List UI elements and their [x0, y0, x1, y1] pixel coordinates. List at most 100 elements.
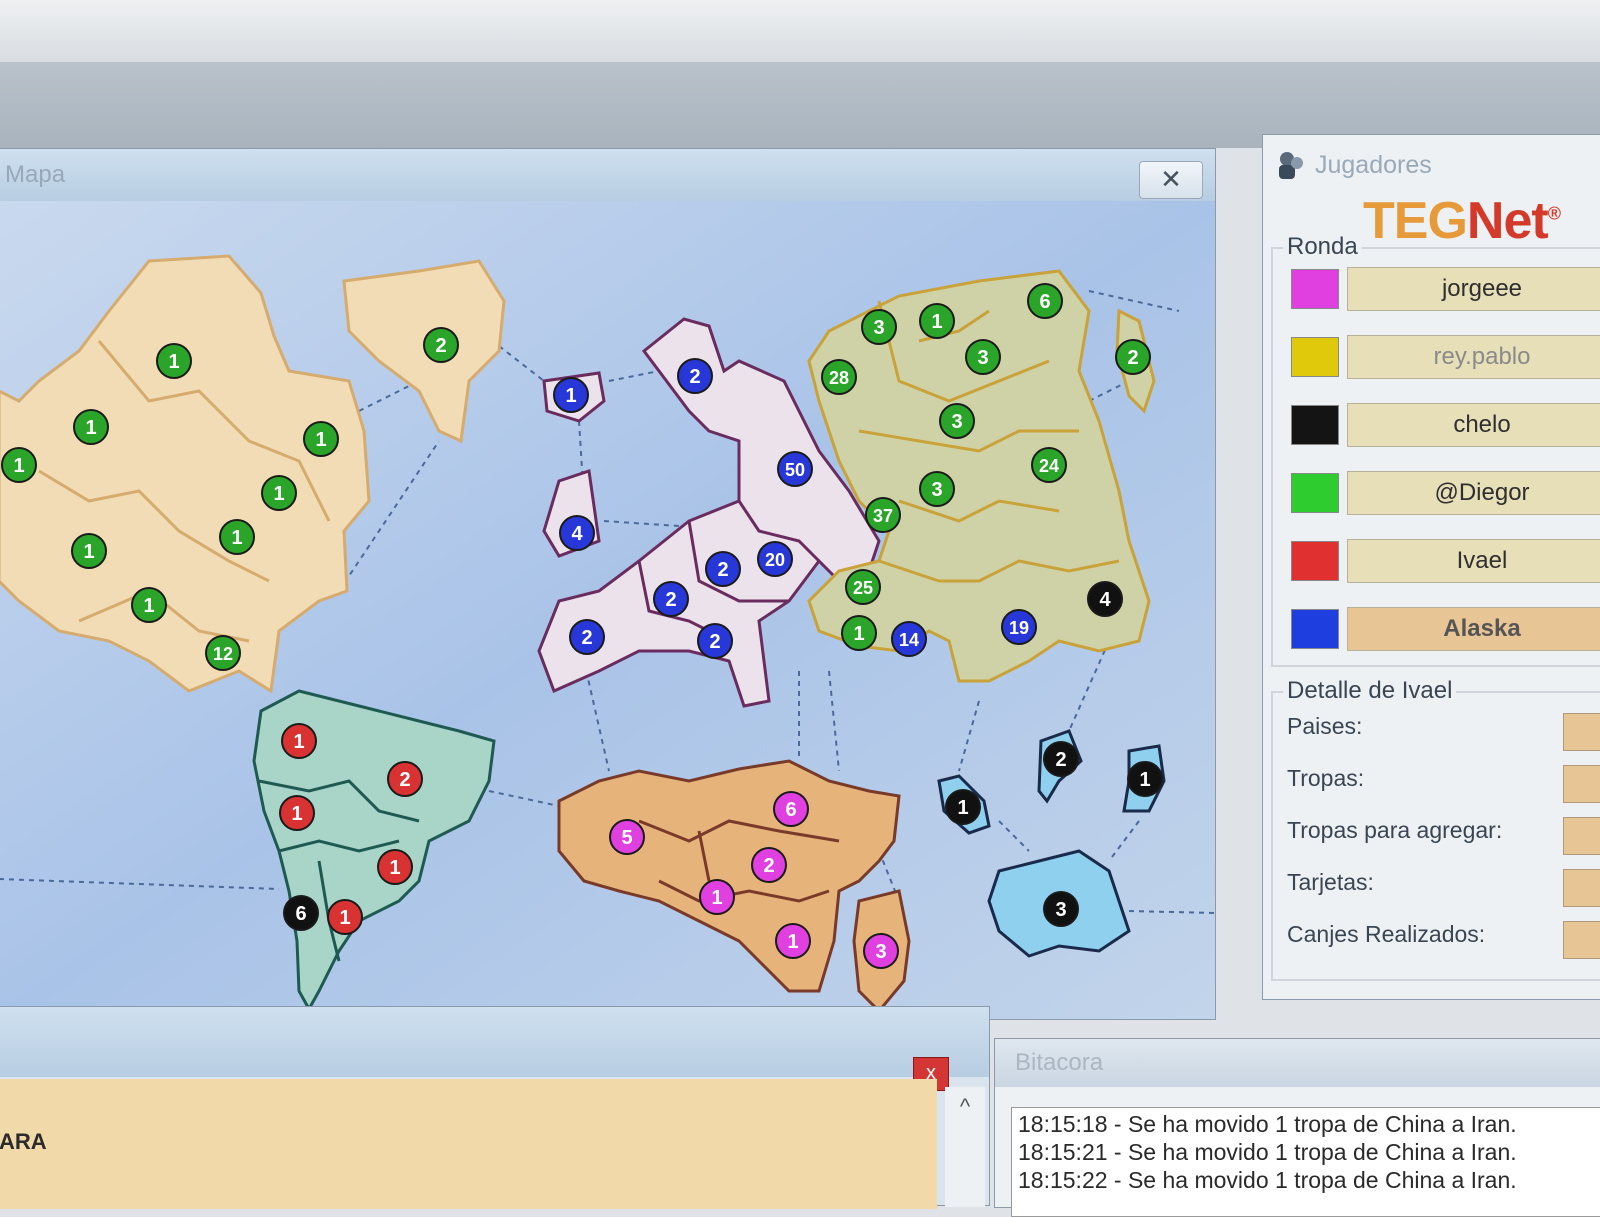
- player-row[interactable]: jorgeee: [1291, 267, 1600, 313]
- army-token[interactable]: 14: [891, 621, 927, 657]
- army-token[interactable]: 2: [751, 847, 787, 883]
- army-token[interactable]: 2: [569, 619, 605, 655]
- army-token[interactable]: 2: [697, 623, 733, 659]
- army-count: 3: [875, 941, 886, 963]
- army-token[interactable]: 1: [219, 519, 255, 555]
- army-token[interactable]: 2: [423, 327, 459, 363]
- army-count: 1: [389, 857, 400, 879]
- army-token[interactable]: 1: [553, 377, 589, 413]
- army-count: 50: [785, 460, 805, 480]
- map-window-titlebar: Mapa ✕: [0, 149, 1215, 201]
- round-group: Ronda jorgeee rey.pablo chelo @Diegor Iv…: [1271, 233, 1600, 667]
- tegnet-logo: TEGNet®: [1363, 191, 1561, 251]
- detail-countries-value: [1563, 713, 1600, 751]
- army-token[interactable]: 6: [773, 791, 809, 827]
- chat-window-titlebar: [0, 1007, 989, 1077]
- army-token[interactable]: 1: [281, 723, 317, 759]
- army-token[interactable]: 1: [1, 447, 37, 483]
- army-token[interactable]: 3: [939, 403, 975, 439]
- army-count: 3: [1055, 899, 1066, 921]
- army-count: 1: [231, 527, 242, 549]
- players-icon: [1279, 152, 1303, 179]
- army-count: 1: [931, 311, 942, 333]
- army-token[interactable]: 24: [1031, 447, 1067, 483]
- army-token[interactable]: 1: [1127, 761, 1163, 797]
- army-token[interactable]: 25: [845, 569, 881, 605]
- player-name: Alaska: [1347, 607, 1600, 651]
- player-row[interactable]: @Diegor: [1291, 471, 1600, 517]
- army-count: 1: [293, 731, 304, 753]
- army-count: 3: [951, 411, 962, 433]
- world-map[interactable]: 11111111122125042 2022 2 14193 1622833243372…: [0, 201, 1215, 1019]
- map-window-close-button[interactable]: ✕: [1139, 161, 1203, 199]
- army-token[interactable]: 6: [283, 895, 319, 931]
- army-count: 2: [709, 631, 720, 653]
- player-color-swatch: [1291, 473, 1339, 513]
- army-count: 3: [977, 347, 988, 369]
- army-token[interactable]: 5: [609, 819, 645, 855]
- player-row[interactable]: rey.pablo: [1291, 335, 1600, 381]
- players-window: Jugadores TEGNet® Ronda jorgeee rey.pabl…: [1262, 134, 1600, 1000]
- player-row[interactable]: Ivael: [1291, 539, 1600, 585]
- army-token[interactable]: 1: [327, 899, 363, 935]
- player-row[interactable]: chelo: [1291, 403, 1600, 449]
- army-token[interactable]: 2: [653, 581, 689, 617]
- army-token[interactable]: 19: [1001, 609, 1037, 645]
- app-top-bar: [0, 0, 1600, 62]
- army-token[interactable]: 1: [945, 789, 981, 825]
- player-name: rey.pablo: [1347, 335, 1600, 379]
- army-token[interactable]: 1: [156, 343, 192, 379]
- army-count: 1: [83, 541, 94, 563]
- log-list[interactable]: 18:15:18 - Se ha movido 1 tropa de China…: [1011, 1107, 1600, 1217]
- army-token[interactable]: 3: [861, 309, 897, 345]
- army-token[interactable]: 28: [821, 359, 857, 395]
- army-token[interactable]: 12: [205, 635, 241, 671]
- army-token[interactable]: 1: [279, 795, 315, 831]
- army-count: 4: [571, 523, 583, 545]
- army-token[interactable]: 1: [71, 533, 107, 569]
- army-token[interactable]: 1: [303, 421, 339, 457]
- army-token[interactable]: 2: [1043, 741, 1079, 777]
- army-count: 24: [1039, 456, 1059, 476]
- army-token[interactable]: 1: [919, 303, 955, 339]
- army-token[interactable]: 2: [387, 761, 423, 797]
- army-token[interactable]: 2: [1115, 339, 1151, 375]
- army-count: 28: [829, 368, 849, 388]
- logo-registered-mark: ®: [1547, 203, 1561, 224]
- detail-troops-to-add-value: [1563, 817, 1600, 855]
- army-token[interactable]: 1: [131, 587, 167, 623]
- army-token[interactable]: 2: [677, 358, 713, 394]
- army-count: 6: [295, 903, 306, 925]
- army-token[interactable]: 1: [377, 849, 413, 885]
- army-token[interactable]: 1: [775, 923, 811, 959]
- detail-exchanges-value: [1563, 921, 1600, 959]
- army-token[interactable]: 4: [559, 515, 595, 551]
- logo-net: Net: [1466, 192, 1549, 250]
- army-count: 1: [273, 483, 284, 505]
- army-count: 6: [1039, 291, 1050, 313]
- detail-cards-value: [1563, 869, 1600, 907]
- army-token[interactable]: 1: [73, 409, 109, 445]
- army-count: 2: [435, 335, 446, 357]
- army-token[interactable]: 6: [1027, 283, 1063, 319]
- army-token[interactable]: 1: [261, 475, 297, 511]
- army-token[interactable]: 2: [705, 551, 741, 587]
- round-label: Ronda: [1283, 233, 1362, 261]
- army-token[interactable]: 37: [865, 497, 901, 533]
- player-row-active[interactable]: Alaska: [1291, 607, 1600, 653]
- army-token[interactable]: 20: [757, 541, 793, 577]
- detail-cards-label: Tarjetas:: [1287, 869, 1374, 895]
- army-token[interactable]: 1: [841, 615, 877, 651]
- army-token[interactable]: 50: [777, 451, 813, 487]
- chat-area[interactable]: ARA: [0, 1079, 937, 1209]
- chat-scroll-up-button[interactable]: ^: [945, 1087, 985, 1207]
- army-token[interactable]: 4: [1087, 581, 1123, 617]
- army-token[interactable]: 1: [699, 879, 735, 915]
- army-token[interactable]: 3: [863, 933, 899, 969]
- log-line: 18:15:21 - Se ha movido 1 tropa de China…: [1018, 1139, 1517, 1165]
- player-color-swatch: [1291, 269, 1339, 309]
- army-token[interactable]: 3: [919, 471, 955, 507]
- army-count: 5: [621, 827, 632, 849]
- army-token[interactable]: 3: [1043, 891, 1079, 927]
- army-token[interactable]: 3: [965, 339, 1001, 375]
